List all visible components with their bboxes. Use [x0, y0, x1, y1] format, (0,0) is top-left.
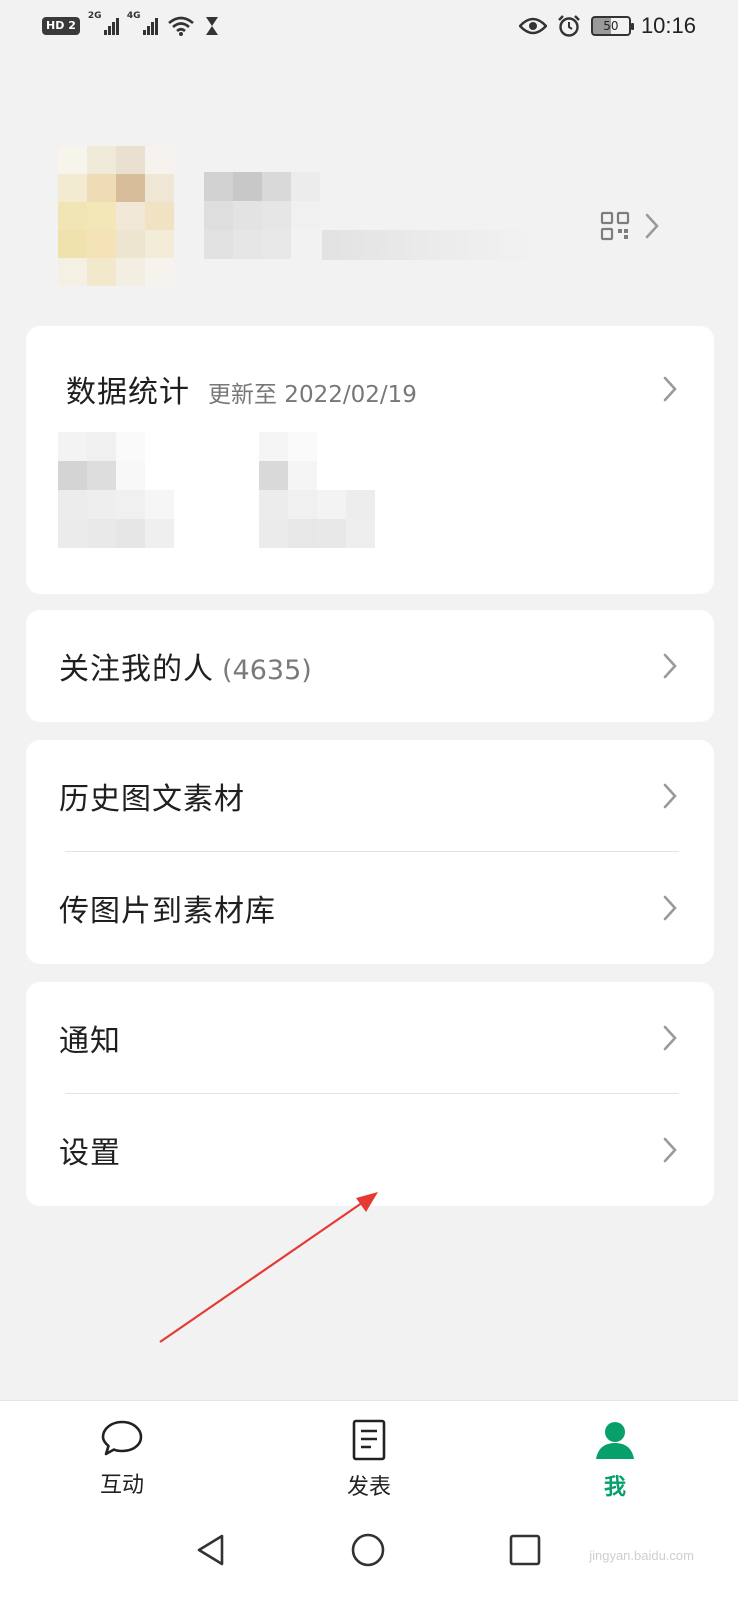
tab-publish-label: 发表 — [346, 1475, 391, 1500]
stats-value-blurred — [259, 432, 375, 548]
chevron-right-icon — [663, 895, 677, 921]
recents-icon[interactable] — [508, 1532, 542, 1568]
back-icon[interactable] — [194, 1532, 226, 1568]
stats-card[interactable]: 数据统计 更新至 2022/02/19 — [26, 326, 714, 594]
settings-row[interactable]: 设置 — [26, 1094, 714, 1206]
document-icon — [352, 1419, 386, 1461]
hd-badge: HD 2 — [42, 17, 80, 35]
chevron-right-icon — [663, 376, 677, 402]
profile-header[interactable] — [0, 130, 738, 300]
settings-label: 设置 — [59, 1136, 121, 1171]
signal-icon: 2G — [88, 11, 119, 35]
watermark: jingyan.baidu.com — [589, 1548, 694, 1563]
followers-card[interactable]: 关注我的人 (4635) — [26, 610, 714, 722]
followers-label: 关注我的人 — [59, 652, 214, 687]
account-id-blurred — [322, 230, 528, 260]
tab-me-label: 我 — [603, 1475, 626, 1500]
bottom-tab-bar: 互动 发表 我 — [0, 1400, 738, 1512]
followers-row[interactable]: 关注我的人 (4635) — [26, 610, 714, 722]
chat-bubble-icon — [101, 1420, 143, 1456]
history-material-label: 历史图文素材 — [59, 782, 245, 817]
wifi-icon — [168, 16, 194, 36]
avatar[interactable] — [58, 146, 174, 286]
alarm-icon — [558, 15, 580, 37]
upload-image-row[interactable]: 传图片到素材库 — [26, 852, 714, 964]
history-material-row[interactable]: 历史图文素材 — [26, 740, 714, 852]
qr-code-icon — [600, 211, 630, 241]
notification-label: 通知 — [59, 1024, 121, 1059]
stats-value-blurred — [58, 432, 174, 548]
signal-icon: 4G — [127, 11, 158, 35]
notification-row[interactable]: 通知 — [26, 982, 714, 1094]
battery-icon: 50 — [590, 16, 634, 36]
upload-image-label: 传图片到素材库 — [59, 894, 276, 929]
chevron-right-icon — [663, 653, 677, 679]
chevron-right-icon — [663, 1025, 677, 1051]
followers-count: (4635) — [222, 655, 312, 686]
material-card: 历史图文素材 传图片到素材库 — [26, 740, 714, 964]
status-time: 10:16 — [640, 13, 696, 38]
settings-card: 通知 设置 — [26, 982, 714, 1206]
chevron-right-icon — [663, 1137, 677, 1163]
person-icon — [596, 1422, 634, 1459]
home-icon[interactable] — [350, 1532, 386, 1568]
qr-code-button[interactable] — [600, 204, 680, 248]
stats-title: 数据统计 — [66, 375, 190, 410]
status-left: HD 2 2G 4G — [42, 11, 220, 37]
eye-icon — [518, 17, 547, 35]
tab-interaction[interactable]: 互动 — [62, 1419, 182, 1499]
account-name-blurred — [204, 172, 320, 259]
stats-header[interactable]: 数据统计 更新至 2022/02/19 — [26, 356, 714, 422]
tab-me[interactable]: 我 — [555, 1419, 675, 1501]
tab-publish[interactable]: 发表 — [309, 1419, 429, 1501]
status-bar: HD 2 2G 4G 50 10:16 — [0, 0, 738, 52]
stats-updated: 更新至 2022/02/19 — [208, 382, 417, 408]
chevron-right-icon — [645, 213, 659, 239]
tab-interaction-label: 互动 — [99, 1473, 144, 1498]
hourglass-icon — [205, 17, 218, 35]
chevron-right-icon — [663, 783, 677, 809]
status-right: 50 10:16 — [518, 13, 696, 39]
